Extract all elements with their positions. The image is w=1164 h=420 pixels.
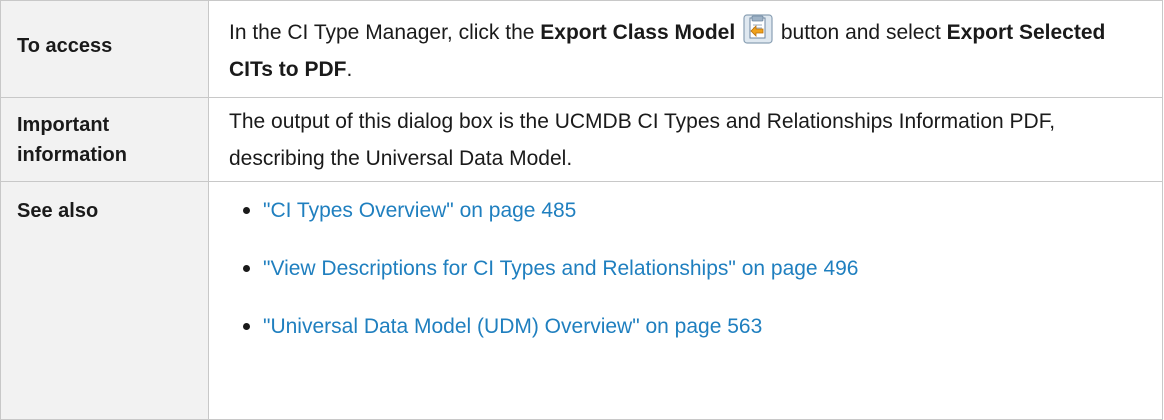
see-also-list: "CI Types Overview" on page 485 "View De… xyxy=(229,182,1146,363)
row-body-important-information: The output of this dialog box is the UCM… xyxy=(208,97,1163,182)
list-item: "View Descriptions for CI Types and Rela… xyxy=(243,247,1146,305)
row-header-to-access: To access xyxy=(0,0,209,98)
export-class-model-icon xyxy=(743,14,773,44)
row-label: Important information xyxy=(17,114,127,166)
info-table: To access In the CI Type Manager, click … xyxy=(0,0,1163,420)
information-text: The output of this dialog box is the UCM… xyxy=(229,110,1056,170)
row-label: See also xyxy=(17,200,99,222)
access-instructions: In the CI Type Manager, click the Export… xyxy=(229,1,1146,88)
link-ci-types-overview[interactable]: "CI Types Overview" on page 485 xyxy=(263,199,576,222)
link-universal-data-model-overview[interactable]: "Universal Data Model (UDM) Overview" on… xyxy=(263,315,762,338)
row-important-information: Important information The output of this… xyxy=(0,97,1163,182)
row-to-access: To access In the CI Type Manager, click … xyxy=(0,0,1163,98)
access-text-3: . xyxy=(346,58,353,81)
bullet-icon xyxy=(243,265,250,272)
export-class-model-label: Export Class Model xyxy=(540,21,736,44)
access-text-1: In the CI Type Manager, click the xyxy=(229,21,541,44)
bullet-icon xyxy=(243,207,250,214)
list-item: "CI Types Overview" on page 485 xyxy=(243,189,1146,247)
row-body-see-also: "CI Types Overview" on page 485 "View De… xyxy=(208,181,1163,420)
row-see-also: See also "CI Types Overview" on page 485… xyxy=(0,181,1163,420)
access-text-2: button and select xyxy=(775,21,947,44)
row-body-to-access: In the CI Type Manager, click the Export… xyxy=(208,0,1163,98)
bullet-icon xyxy=(243,323,250,330)
row-header-important-information: Important information xyxy=(0,97,209,182)
row-header-see-also: See also xyxy=(0,181,209,420)
link-view-descriptions[interactable]: "View Descriptions for CI Types and Rela… xyxy=(263,257,858,280)
list-item: "Universal Data Model (UDM) Overview" on… xyxy=(243,305,1146,363)
row-label: To access xyxy=(17,35,113,57)
